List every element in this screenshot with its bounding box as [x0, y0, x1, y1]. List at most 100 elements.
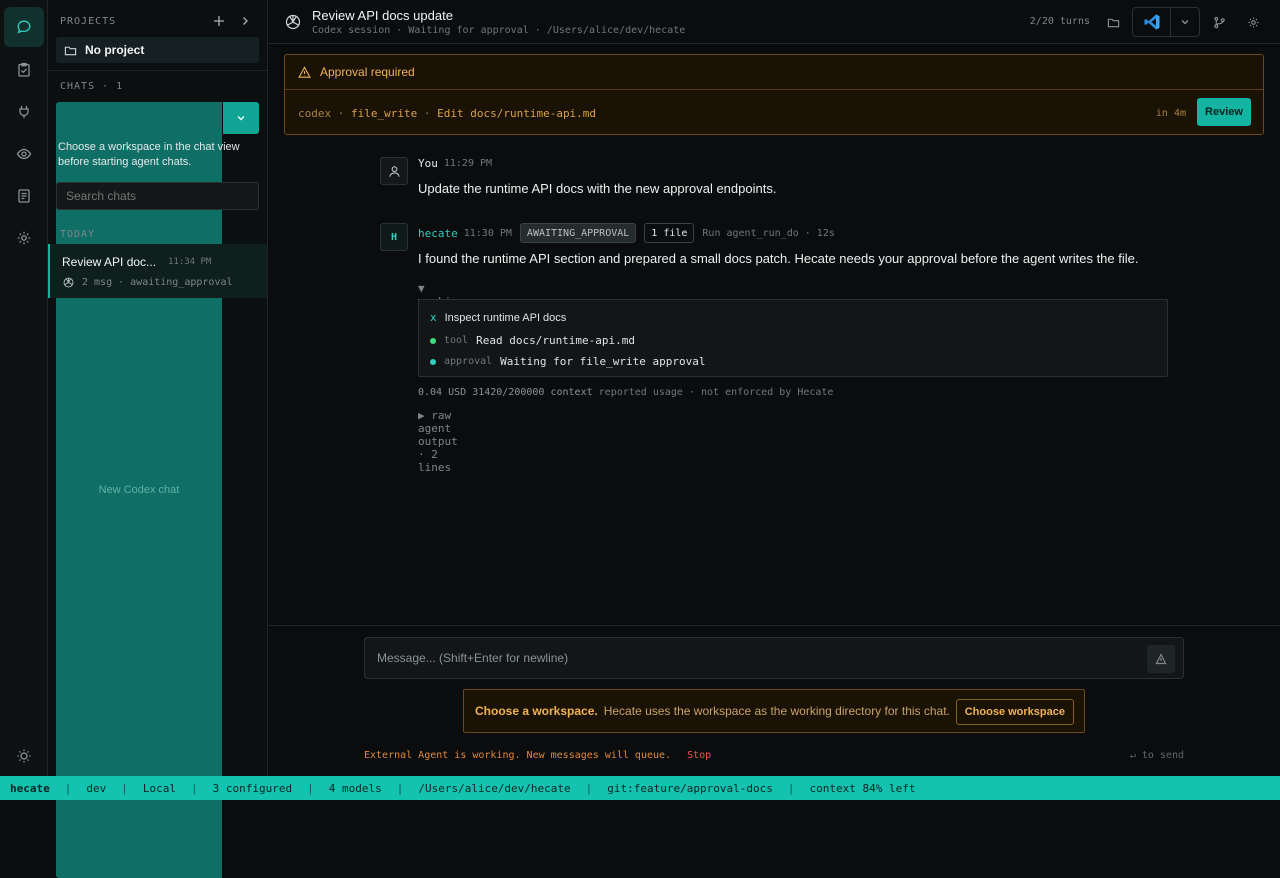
raw-output-toggle[interactable]: ▶ raw agent output · 2 lines [418, 409, 458, 474]
vscode-icon [1133, 8, 1171, 36]
send-icon [1155, 653, 1167, 665]
warning-icon [298, 65, 311, 78]
session-title: Review API docs update [312, 8, 453, 23]
new-chat-control: New Codex chat [56, 102, 259, 878]
message-time: 11:29 PM [443, 158, 493, 169]
usage-info: 0.04 USD 31420/200000 context reported u… [418, 387, 833, 398]
usage-context: 31420/200000 context [472, 387, 593, 398]
status-path: /Users/alice/dev/hecate [418, 781, 571, 795]
plan-title: Inspect runtime API docs [444, 311, 567, 324]
icon-rail [0, 0, 48, 776]
message-input[interactable]: Message... (Shift+Enter for newline) [364, 637, 1184, 679]
search-chats-input[interactable] [56, 182, 259, 210]
gear-icon[interactable] [4, 218, 44, 258]
approval-expiry: in 4m [1155, 108, 1186, 119]
chevron-right-icon[interactable] [237, 13, 253, 29]
status-models: 4 models [328, 781, 382, 795]
workspace-hint: Choose a workspace in the chat view befo… [58, 141, 240, 168]
status-context: context 84% left [809, 781, 916, 795]
sidebar-divider [48, 70, 267, 71]
sidebar: PROJECTS No project CHATS · 1 New Codex … [48, 0, 268, 878]
today-label: TODAY [60, 229, 96, 240]
files-badge[interactable]: 1 file [644, 223, 695, 243]
chats-label: CHATS · 1 [60, 81, 124, 92]
new-chat-dropdown[interactable] [223, 102, 259, 134]
send-hint: ↵ to send [1129, 750, 1184, 761]
add-project-icon[interactable] [211, 13, 227, 29]
step-status-dot [430, 358, 436, 365]
projects-label: PROJECTS [60, 15, 117, 27]
workspace-banner: Choose a workspace. Hecate uses the work… [463, 689, 1085, 733]
user-icon [388, 165, 400, 177]
usage-note: reported usage · not enforced by Hecate [598, 387, 834, 398]
status-bar: hecate | dev | Local | 3 configured | 4 mode… [0, 776, 1280, 800]
approval-title: Approval required [320, 65, 415, 79]
status-badge: AWAITING_APPROVAL [519, 223, 637, 243]
chevron-down-icon [237, 116, 245, 121]
run-info: Run agent_run_do · 12s [702, 227, 835, 239]
chat-meta-text: 2 msg · awaiting_approval [82, 277, 233, 288]
project-selector[interactable]: No project [56, 37, 259, 63]
queue-note: External Agent is working. New messages … [364, 750, 672, 761]
step-text: Read docs/runtime-api.md [476, 334, 636, 347]
status-app: hecate [10, 781, 50, 795]
workspace-banner-text: Hecate uses the workspace as the working… [603, 704, 950, 718]
message-meta: hecate 11:30 PM AWAITING_APPROVAL 1 file… [418, 223, 835, 243]
openai-icon [285, 14, 301, 30]
choose-workspace-button[interactable]: Choose workspace [955, 699, 1074, 725]
projects-header: PROJECTS [60, 14, 253, 28]
step-text: Waiting for file_write approval [500, 355, 706, 368]
settings-icon[interactable] [1243, 12, 1263, 32]
chat-list-item[interactable]: Review API doc... 11:34 PM 2 msg · await… [48, 244, 267, 298]
review-button[interactable]: Review [1197, 98, 1251, 126]
status-branch: git:feature/approval-docs [607, 781, 773, 795]
chevron-down-icon [1171, 8, 1199, 36]
step-kind: tool [444, 335, 469, 346]
send-button[interactable] [1147, 645, 1175, 673]
status-mode: Local [142, 781, 176, 795]
plug-icon[interactable] [4, 92, 44, 132]
approval-header: Approval required [285, 55, 1263, 90]
message-meta: You 11:29 PM [418, 157, 492, 170]
workspace-banner-title: Choose a workspace. [475, 704, 598, 718]
folder-icon[interactable] [1103, 12, 1123, 32]
plan-step: tool Read docs/runtime-api.md [430, 334, 635, 347]
sun-icon[interactable] [4, 736, 44, 776]
session-header: Review API docs update Codex session · W… [268, 0, 1280, 44]
agent-avatar: H [380, 223, 408, 251]
step-status-dot [430, 337, 436, 344]
approval-command: codex · file_write · Edit docs/runtime-a… [298, 107, 597, 120]
step-kind: approval [444, 356, 493, 367]
approval-card: Approval required codex · file_write · E… [284, 54, 1264, 135]
project-name: No project [85, 43, 145, 57]
git-branch-icon[interactable] [1209, 12, 1229, 32]
plan-panel: x Inspect runtime API docs tool Read doc… [418, 299, 1168, 377]
main-panel: Review API docs update Codex session · W… [268, 0, 1280, 776]
chat-time: 11:34 PM [168, 257, 212, 267]
message-time: 11:30 PM [463, 227, 512, 239]
usage-cost: 0.04 USD [418, 387, 467, 398]
status-env: dev [86, 781, 107, 795]
chat-icon[interactable] [4, 7, 44, 47]
stop-button[interactable]: Stop [687, 750, 711, 761]
author-name: You [418, 157, 438, 170]
turn-counter: 2/20 turns [1029, 16, 1090, 27]
composer-area: Message... (Shift+Enter for newline) Cho… [268, 625, 1280, 776]
openai-icon [63, 277, 74, 288]
editor-selector[interactable] [1132, 7, 1200, 37]
chat-meta: 2 msg · awaiting_approval [62, 276, 233, 289]
folder-icon [64, 46, 77, 55]
user-avatar [380, 157, 408, 185]
approval-agent: codex [298, 107, 332, 120]
author-name: hecate [418, 226, 458, 240]
status-configured: 3 configured [212, 781, 293, 795]
agent-working-note: External Agent is working. New messages … [364, 750, 711, 761]
message-placeholder: Message... (Shift+Enter for newline) [377, 651, 569, 665]
eye-icon[interactable] [4, 134, 44, 174]
app: PROJECTS No project CHATS · 1 New Codex … [0, 0, 1280, 878]
new-chat-button[interactable]: New Codex chat [56, 102, 222, 878]
approval-tool: file_write [351, 107, 418, 120]
message-text: I found the runtime API section and prep… [418, 251, 1139, 266]
clipboard-check-icon[interactable] [4, 50, 44, 90]
document-icon[interactable] [4, 176, 44, 216]
